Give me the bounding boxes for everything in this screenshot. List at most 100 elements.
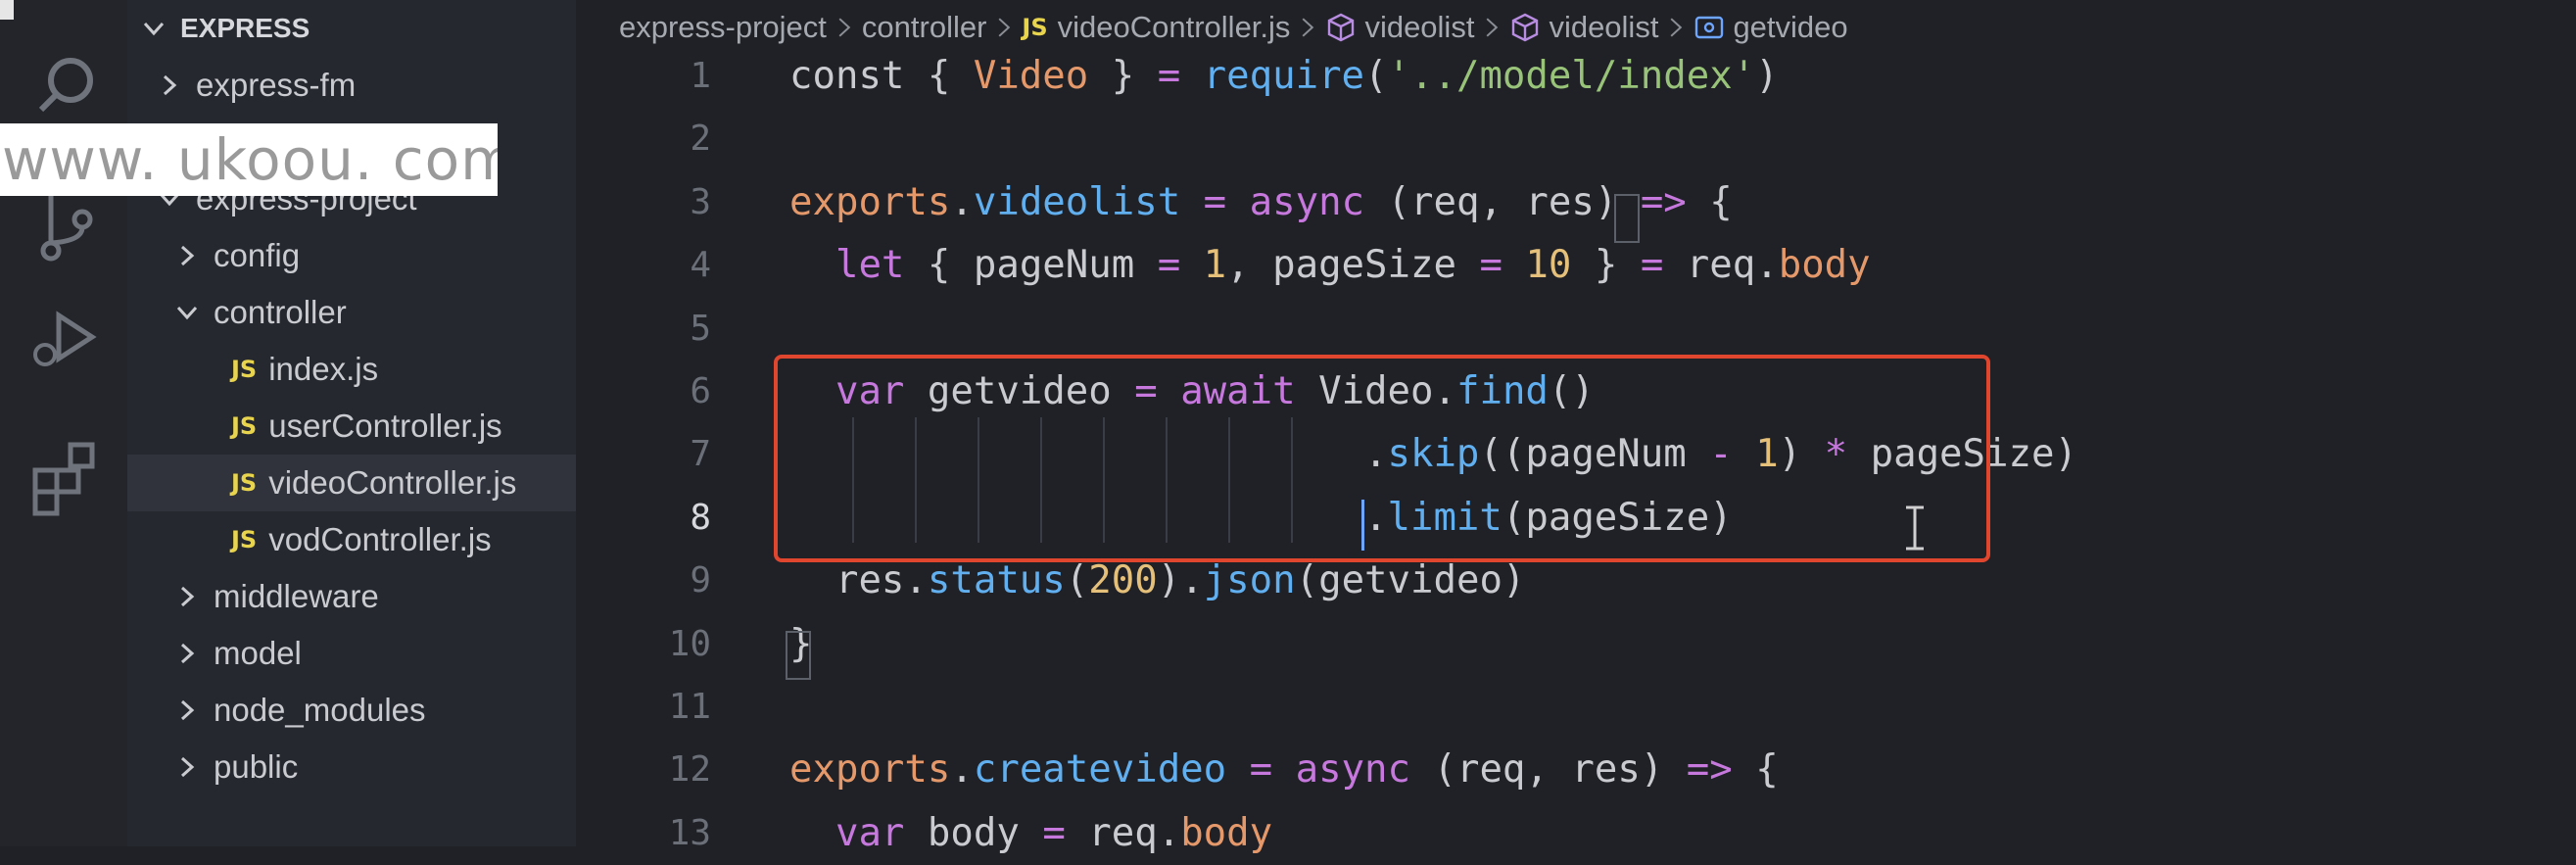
tree-item-label: controller bbox=[214, 294, 347, 330]
code-line[interactable]: exports.createvideo = async (req, res) =… bbox=[789, 739, 1779, 801]
code-token: 10 bbox=[1525, 243, 1572, 288]
tree-item-label: index.js bbox=[268, 351, 379, 387]
code-token: => bbox=[1686, 747, 1733, 793]
code-token: = bbox=[1042, 810, 1066, 855]
folder-item[interactable]: node_modules bbox=[127, 682, 623, 739]
chevron-right-icon bbox=[157, 72, 182, 98]
code-token: const { bbox=[789, 54, 974, 98]
code-token: json bbox=[1203, 558, 1296, 603]
code-token: req. bbox=[1065, 810, 1181, 855]
ibeam-cursor-icon bbox=[1900, 504, 1930, 553]
tree-item-label: public bbox=[214, 748, 299, 785]
chevron-right-icon bbox=[174, 641, 200, 666]
folder-item[interactable]: public bbox=[127, 739, 623, 795]
code-editor[interactable]: express-project controller JS videoControll… bbox=[576, 0, 2576, 855]
chevron-down-icon bbox=[174, 300, 200, 325]
chevron-right-icon bbox=[174, 697, 200, 723]
bracket-match-box bbox=[786, 631, 811, 680]
tree-item-label: config bbox=[214, 237, 301, 273]
code-token: { bbox=[1686, 179, 1733, 224]
code-token: 1 bbox=[1203, 243, 1227, 288]
tree-item-label: model bbox=[214, 635, 302, 671]
code-token: = bbox=[1479, 243, 1503, 288]
explorer-header-label: EXPRESS bbox=[180, 13, 310, 43]
folder-item[interactable]: middleware bbox=[127, 568, 623, 625]
code-token: '../model/index' bbox=[1387, 54, 1756, 98]
tree-item-label: express-fm bbox=[196, 67, 357, 103]
code-token: (getvideo) bbox=[1295, 558, 1526, 603]
code-token: { bbox=[1732, 747, 1779, 793]
code-token: (req, res) bbox=[1410, 747, 1687, 793]
folder-item[interactable]: config bbox=[127, 227, 623, 284]
code-token: exports bbox=[789, 179, 951, 224]
code-token: = bbox=[1203, 179, 1227, 224]
code-line[interactable]: exports.videolist = async (req, res) => … bbox=[789, 171, 1733, 234]
code-line[interactable]: var body = req.body bbox=[789, 802, 1272, 865]
watermark: www. ukoou. com bbox=[0, 123, 498, 196]
code-token: exports bbox=[789, 747, 951, 793]
code-token: . bbox=[950, 179, 974, 224]
search-icon[interactable] bbox=[22, 45, 110, 133]
explorer-header[interactable]: EXPRESS bbox=[127, 0, 590, 57]
code-token: . bbox=[950, 747, 974, 793]
code-token: 200 bbox=[1088, 558, 1158, 603]
code-token: req. bbox=[1663, 243, 1779, 288]
code-token: videolist bbox=[973, 179, 1181, 224]
code-token: = bbox=[1157, 54, 1181, 98]
code-token: ( bbox=[1065, 558, 1089, 603]
chevron-right-icon bbox=[174, 754, 200, 780]
tree-item-label: userController.js bbox=[268, 408, 502, 444]
code-token: body bbox=[1778, 243, 1871, 288]
code-token: createvideo bbox=[973, 747, 1227, 793]
code-token: body bbox=[1180, 810, 1273, 855]
code-token: (req, res) bbox=[1364, 179, 1641, 224]
js-file-icon: JS bbox=[231, 526, 258, 553]
code-token: = bbox=[1640, 243, 1664, 288]
code-token: let bbox=[835, 243, 905, 288]
js-file-icon: JS bbox=[231, 412, 258, 440]
code-token: Video bbox=[973, 54, 1089, 98]
folder-item[interactable]: controller bbox=[127, 284, 623, 341]
chevron-right-icon bbox=[174, 243, 200, 268]
js-file-icon: JS bbox=[231, 356, 258, 383]
code-token: ( bbox=[1364, 54, 1388, 98]
source-control-icon[interactable] bbox=[22, 186, 110, 274]
highlight-annotation-box bbox=[774, 355, 1990, 562]
code-token: = bbox=[1157, 243, 1181, 288]
extensions-icon[interactable] bbox=[22, 431, 110, 519]
code-token: { pageNum bbox=[904, 243, 1158, 288]
code-token: res. bbox=[789, 558, 928, 603]
tree-item-label: node_modules bbox=[214, 692, 426, 728]
chevron-right-icon bbox=[174, 584, 200, 609]
run-debug-icon[interactable] bbox=[22, 294, 110, 382]
tree-item-label: videoController.js bbox=[268, 464, 517, 501]
code-token: body bbox=[904, 810, 1043, 855]
code-line[interactable]: const { Video } = require('../model/inde… bbox=[789, 45, 1779, 108]
code-token: ). bbox=[1157, 558, 1204, 603]
code-token: = bbox=[1249, 747, 1273, 793]
folder-item[interactable]: model bbox=[127, 625, 623, 682]
code-token: ) bbox=[1755, 54, 1779, 98]
code-line[interactable]: let { pageNum = 1, pageSize = 10 } = req… bbox=[789, 234, 1871, 297]
menu-edge bbox=[0, 0, 14, 20]
folder-item[interactable]: express-fm bbox=[127, 57, 605, 114]
code-token: status bbox=[927, 558, 1066, 603]
text-cursor bbox=[1361, 500, 1364, 551]
code-token: } bbox=[1088, 54, 1158, 98]
code-token: var bbox=[835, 810, 905, 855]
bracket-match-box bbox=[1614, 194, 1640, 243]
code-token: require bbox=[1203, 54, 1365, 98]
code-token: async bbox=[1295, 747, 1410, 793]
code-token: , pageSize bbox=[1226, 243, 1480, 288]
chevron-down-icon bbox=[141, 16, 167, 41]
tree-item-label: middleware bbox=[214, 578, 379, 614]
code-token: async bbox=[1249, 179, 1365, 224]
